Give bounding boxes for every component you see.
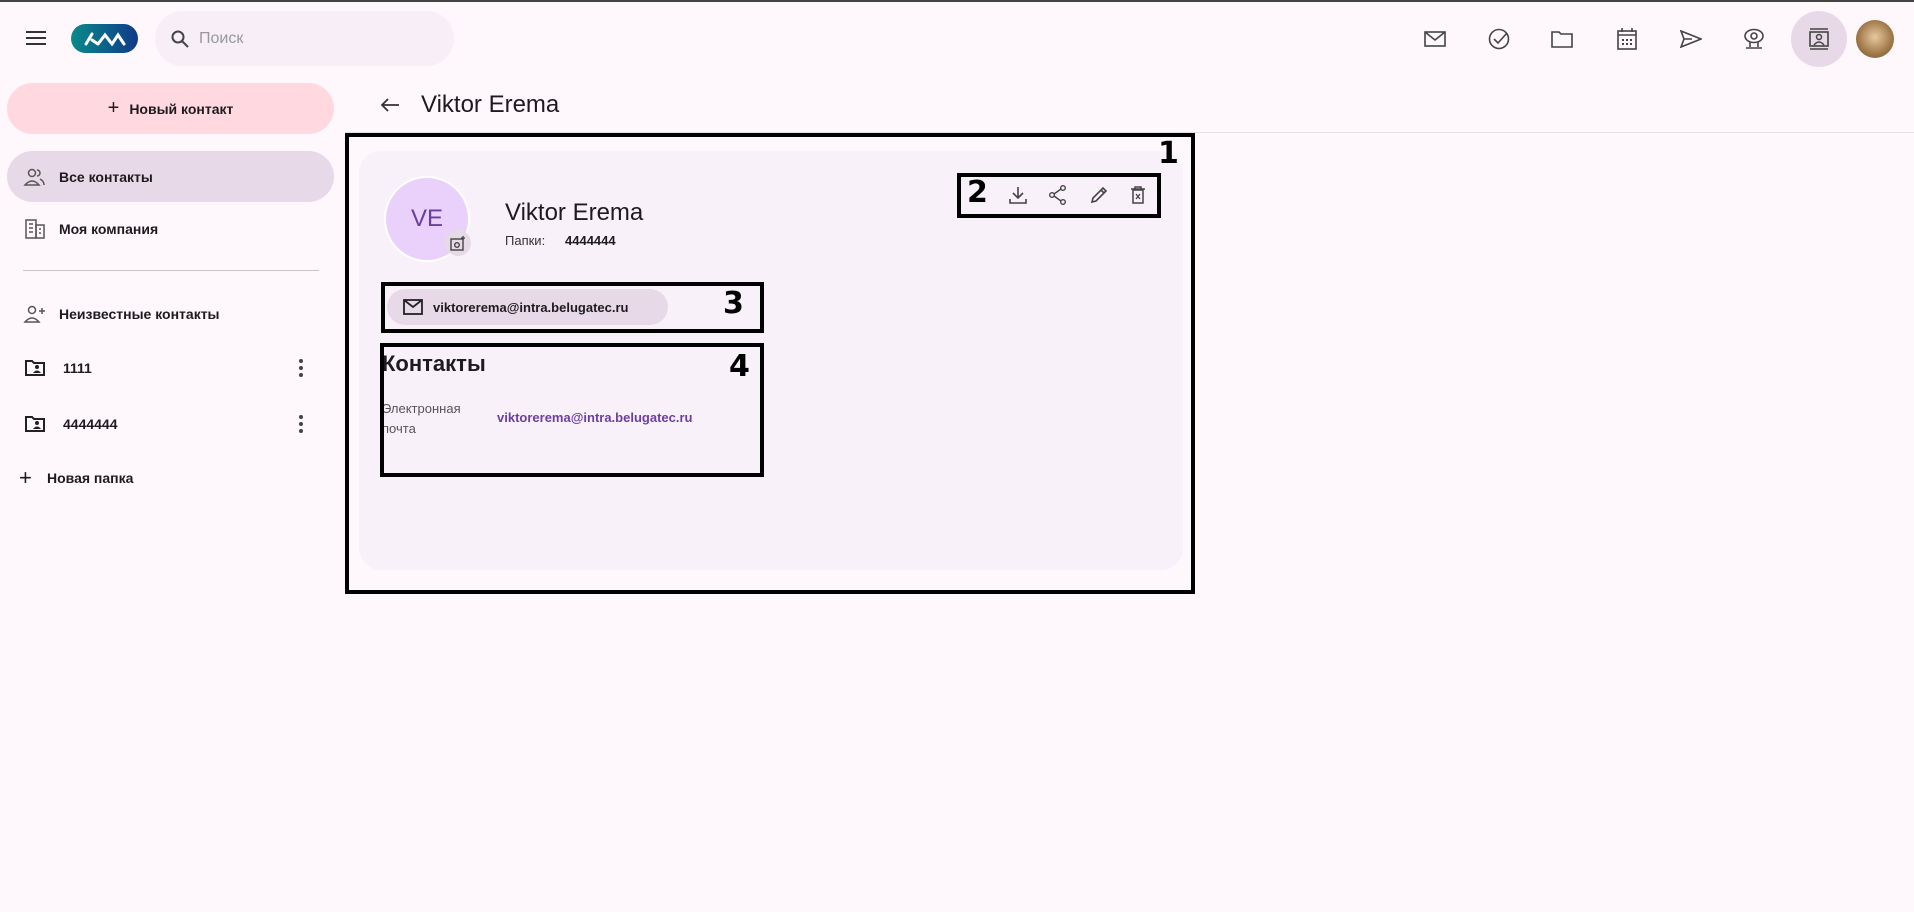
new-folder-label: Новая папка [47,469,134,486]
folder-label: 4444444 [63,415,118,432]
sidebar-item-all-contacts[interactable]: Все контакты [7,151,334,202]
folder-label: 1111 [63,359,92,376]
user-avatar[interactable] [1856,20,1894,58]
search-input[interactable]: Поиск [155,11,454,66]
contacts-icon[interactable] [1791,11,1847,67]
sidebar-divider [23,270,319,271]
mail-icon[interactable] [1415,19,1455,59]
folder-icon[interactable] [1542,19,1582,59]
plus-icon: + [107,97,120,119]
building-icon [23,217,47,241]
more-options-icon[interactable] [289,412,313,436]
person-add-icon [23,302,47,326]
annotation-label-1: 1 [1158,136,1179,171]
webcam-icon[interactable] [1734,19,1774,59]
contact-folder-icon [23,356,47,380]
new-contact-button[interactable]: + Новый контакт [7,83,334,134]
send-icon[interactable] [1671,19,1711,59]
sidebar-folder-4444444[interactable]: 4444444 [7,398,334,449]
calendar-icon[interactable] [1607,19,1647,59]
annotation-box-4 [380,343,764,477]
sidebar-item-unknown-contacts[interactable]: Неизвестные контакты [7,288,334,339]
annotation-label-4: 4 [729,349,750,384]
new-folder-button[interactable]: + Новая папка [7,452,207,503]
search-placeholder: Поиск [199,29,244,47]
people-icon [23,165,47,189]
search-icon [171,30,189,48]
sidebar-item-label: Все контакты [59,168,153,185]
plus-icon: + [19,464,32,490]
page-title: Viktor Erema [421,91,560,118]
sidebar-item-label: Моя компания [59,220,159,237]
annotation-label-3: 3 [723,286,744,321]
more-options-icon[interactable] [289,356,313,380]
sidebar-item-my-company[interactable]: Моя компания [7,203,334,254]
annotation-label-2: 2 [967,175,988,210]
app-logo[interactable] [71,24,138,53]
contact-folder-icon [23,412,47,436]
new-contact-label: Новый контакт [129,100,234,117]
annotation-box-3 [381,282,764,333]
back-arrow-icon[interactable] [375,90,405,120]
tasks-icon[interactable] [1479,19,1519,59]
sidebar-item-label: Неизвестные контакты [59,305,220,322]
sidebar-folder-1111[interactable]: 1111 [7,342,334,393]
menu-icon[interactable] [20,22,52,54]
